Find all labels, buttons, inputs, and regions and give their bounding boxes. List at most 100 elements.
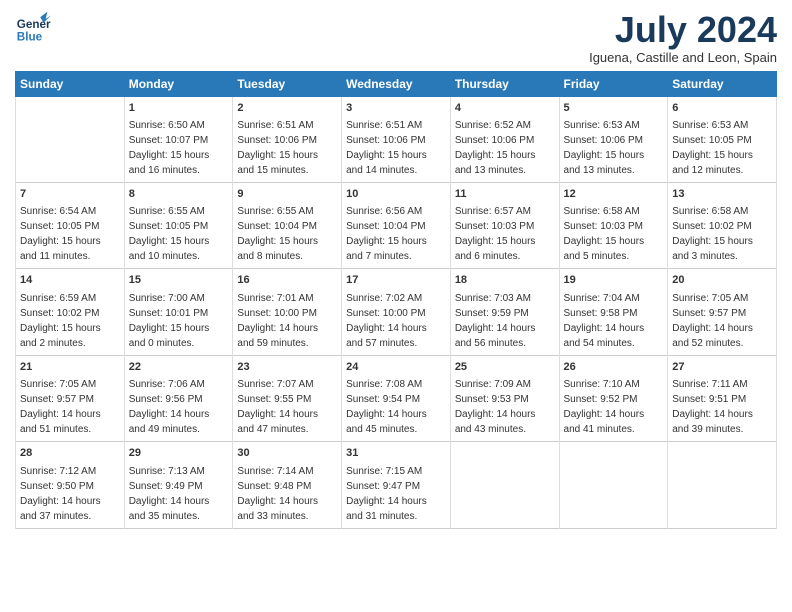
day-daylight: Daylight: 14 hours and 39 minutes. <box>672 409 753 435</box>
day-daylight: Daylight: 14 hours and 35 minutes. <box>129 496 210 522</box>
day-sunrise: Sunrise: 7:10 AM <box>564 379 640 390</box>
day-sunset: Sunset: 10:04 PM <box>237 221 317 232</box>
day-sunset: Sunset: 10:03 PM <box>455 221 535 232</box>
week-row-3: 14 Sunrise: 6:59 AM Sunset: 10:02 PM Daylig… <box>16 269 777 355</box>
day-daylight: Daylight: 15 hours and 10 minutes. <box>129 236 210 262</box>
day-sunset: Sunset: 10:06 PM <box>455 135 535 146</box>
day-cell: 12Sunrise: 6:58 AMSunset: 10:03 PMDaylig… <box>559 182 668 268</box>
day-daylight: Daylight: 14 hours and 54 minutes. <box>564 323 645 349</box>
day-daylight: Daylight: 14 hours and 33 minutes. <box>237 496 318 522</box>
day-cell: 16Sunrise: 7:01 AMSunset: 10:00 PMDaylig… <box>233 269 342 355</box>
day-sunset: Sunset: 10:06 PM <box>237 135 317 146</box>
day-number: 29 <box>129 446 229 461</box>
day-cell: 3Sunrise: 6:51 AMSunset: 10:06 PMDayligh… <box>342 96 451 182</box>
day-sunrise: Sunrise: 6:58 AM <box>564 206 640 217</box>
day-cell: 8Sunrise: 6:55 AMSunset: 10:05 PMDayligh… <box>124 182 233 268</box>
day-number: 18 <box>455 273 555 288</box>
day-sunrise: Sunrise: 7:04 AM <box>564 293 640 304</box>
day-sunrise: Sunrise: 7:11 AM <box>672 379 747 390</box>
day-cell: 30Sunrise: 7:14 AMSunset: 9:48 PMDayligh… <box>233 442 342 528</box>
day-daylight: Daylight: 14 hours and 31 minutes. <box>346 496 427 522</box>
day-sunset: Sunset: 9:53 PM <box>455 394 529 405</box>
col-friday: Friday <box>559 71 668 96</box>
day-number: 25 <box>455 360 555 375</box>
day-sunset: Sunset: 9:49 PM <box>129 481 203 492</box>
day-cell: 13Sunrise: 6:58 AMSunset: 10:02 PMDaylig… <box>668 182 777 268</box>
day-cell: 29Sunrise: 7:13 AMSunset: 9:49 PMDayligh… <box>124 442 233 528</box>
day-daylight: Daylight: 15 hours and 0 minutes. <box>129 323 210 349</box>
col-tuesday: Tuesday <box>233 71 342 96</box>
day-daylight: Daylight: 14 hours and 57 minutes. <box>346 323 427 349</box>
col-sunday: Sunday <box>16 71 125 96</box>
day-sunset: Sunset: 9:55 PM <box>237 394 311 405</box>
day-sunrise: Sunrise: 7:05 AM <box>20 379 96 390</box>
day-number: 14 <box>20 273 120 288</box>
calendar-container: General Blue July 2024 Iguena, Castille … <box>0 0 792 612</box>
day-daylight: Daylight: 15 hours and 3 minutes. <box>672 236 753 262</box>
day-sunrise: Sunrise: 7:14 AM <box>237 466 313 477</box>
day-sunrise: Sunrise: 6:57 AM <box>455 206 531 217</box>
day-cell: 19Sunrise: 7:04 AMSunset: 9:58 PMDayligh… <box>559 269 668 355</box>
day-cell: 7Sunrise: 6:54 AMSunset: 10:05 PMDayligh… <box>16 182 125 268</box>
day-sunrise: Sunrise: 7:05 AM <box>672 293 748 304</box>
calendar-table: Sunday Monday Tuesday Wednesday Thursday… <box>15 71 777 529</box>
header: General Blue July 2024 Iguena, Castille … <box>15 10 777 65</box>
day-number: 13 <box>672 187 772 202</box>
day-sunset: Sunset: 9:54 PM <box>346 394 420 405</box>
location: Iguena, Castille and Leon, Spain <box>589 50 777 65</box>
day-sunrise: Sunrise: 6:55 AM <box>237 206 313 217</box>
day-number: 21 <box>20 360 120 375</box>
week-row-1: 1Sunrise: 6:50 AMSunset: 10:07 PMDayligh… <box>16 96 777 182</box>
col-thursday: Thursday <box>450 71 559 96</box>
day-sunrise: Sunrise: 6:54 AM <box>20 206 96 217</box>
day-number: 28 <box>20 446 120 461</box>
day-number: 16 <box>237 273 337 288</box>
header-row: Sunday Monday Tuesday Wednesday Thursday… <box>16 71 777 96</box>
day-number: 10 <box>346 187 446 202</box>
day-cell: 25Sunrise: 7:09 AMSunset: 9:53 PMDayligh… <box>450 355 559 441</box>
day-sunset: Sunset: 9:59 PM <box>455 308 529 319</box>
day-sunrise: Sunrise: 7:00 AM <box>129 293 205 304</box>
day-number: 9 <box>237 187 337 202</box>
day-number: 19 <box>564 273 664 288</box>
day-cell: 1Sunrise: 6:50 AMSunset: 10:07 PMDayligh… <box>124 96 233 182</box>
day-sunrise: Sunrise: 6:59 AM <box>20 293 96 304</box>
day-sunrise: Sunrise: 7:15 AM <box>346 466 422 477</box>
day-number: 15 <box>129 273 229 288</box>
day-cell: 23Sunrise: 7:07 AMSunset: 9:55 PMDayligh… <box>233 355 342 441</box>
col-wednesday: Wednesday <box>342 71 451 96</box>
day-cell: 15Sunrise: 7:00 AMSunset: 10:01 PMDaylig… <box>124 269 233 355</box>
day-number: 27 <box>672 360 772 375</box>
day-daylight: Daylight: 15 hours and 2 minutes. <box>20 323 101 349</box>
day-sunset: Sunset: 10:02 PM <box>672 221 752 232</box>
day-daylight: Daylight: 15 hours and 13 minutes. <box>455 150 536 176</box>
day-sunrise: Sunrise: 6:53 AM <box>672 120 748 131</box>
week-row-2: 7Sunrise: 6:54 AMSunset: 10:05 PMDayligh… <box>16 182 777 268</box>
day-cell: 9Sunrise: 6:55 AMSunset: 10:04 PMDayligh… <box>233 182 342 268</box>
day-cell: 22Sunrise: 7:06 AMSunset: 9:56 PMDayligh… <box>124 355 233 441</box>
day-sunset: Sunset: 10:02 PM <box>20 308 100 319</box>
day-cell: 17Sunrise: 7:02 AMSunset: 10:00 PMDaylig… <box>342 269 451 355</box>
day-cell: 5Sunrise: 6:53 AMSunset: 10:06 PMDayligh… <box>559 96 668 182</box>
day-sunrise: Sunrise: 6:51 AM <box>237 120 313 131</box>
day-number: 3 <box>346 101 446 116</box>
day-sunrise: Sunrise: 7:09 AM <box>455 379 531 390</box>
day-sunrise: Sunrise: 6:52 AM <box>455 120 531 131</box>
day-daylight: Daylight: 14 hours and 47 minutes. <box>237 409 318 435</box>
day-number: 6 <box>672 101 772 116</box>
day-sunset: Sunset: 10:07 PM <box>129 135 209 146</box>
day-sunset: Sunset: 9:57 PM <box>20 394 94 405</box>
month-title: July 2024 <box>589 10 777 50</box>
day-sunrise: Sunrise: 7:06 AM <box>129 379 205 390</box>
day-cell: 6Sunrise: 6:53 AMSunset: 10:05 PMDayligh… <box>668 96 777 182</box>
day-daylight: Daylight: 14 hours and 56 minutes. <box>455 323 536 349</box>
day-sunrise: Sunrise: 6:55 AM <box>129 206 205 217</box>
day-daylight: Daylight: 15 hours and 15 minutes. <box>237 150 318 176</box>
day-daylight: Daylight: 14 hours and 45 minutes. <box>346 409 427 435</box>
day-sunset: Sunset: 10:06 PM <box>564 135 644 146</box>
day-sunset: Sunset: 10:05 PM <box>129 221 209 232</box>
day-number: 5 <box>564 101 664 116</box>
day-sunrise: Sunrise: 6:56 AM <box>346 206 422 217</box>
week-row-4: 21 Sunrise: 7:05 AM Sunset: 9:57 PM Dayligh… <box>16 355 777 441</box>
day-sunset: Sunset: 10:00 PM <box>346 308 426 319</box>
